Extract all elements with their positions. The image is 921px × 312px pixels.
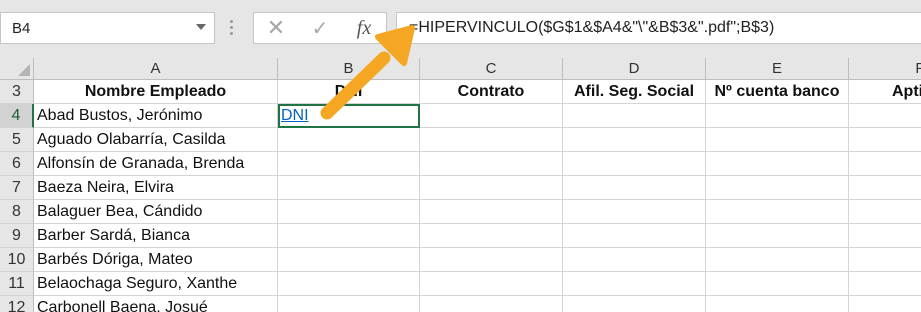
cell-e9[interactable] xyxy=(706,224,849,248)
cell-a12[interactable]: Carbonell Baena, Josué xyxy=(34,296,278,312)
check-icon[interactable]: ✓ xyxy=(298,13,342,43)
cell-b5[interactable] xyxy=(278,128,420,152)
insert-function-button[interactable]: fx xyxy=(342,13,386,43)
cell-a10[interactable]: Barbés Dóriga, Mateo xyxy=(34,248,278,272)
cell-b8[interactable] xyxy=(278,200,420,224)
cell-a6[interactable]: Alfonsín de Granada, Brenda xyxy=(34,152,278,176)
formula-buttons: ✕ ✓ fx xyxy=(253,12,387,44)
close-icon[interactable]: ✕ xyxy=(254,13,298,43)
cell-a11[interactable]: Belaochaga Seguro, Xanthe xyxy=(34,272,278,296)
row-header-6[interactable]: 6 xyxy=(0,152,34,176)
cell-d4[interactable] xyxy=(563,104,706,128)
cell-d8[interactable] xyxy=(563,200,706,224)
cell-b11[interactable] xyxy=(278,272,420,296)
column-header-b[interactable]: B xyxy=(278,58,420,80)
header-cell-afil[interactable]: Afil. Seg. Social xyxy=(563,80,706,104)
name-box[interactable]: B4 xyxy=(0,12,215,44)
cell-d6[interactable] xyxy=(563,152,706,176)
cell-c5[interactable] xyxy=(420,128,563,152)
cell-a5[interactable]: Aguado Olabarría, Casilda xyxy=(34,128,278,152)
cell-a7[interactable]: Baeza Neira, Elvira xyxy=(34,176,278,200)
cell-d9[interactable] xyxy=(563,224,706,248)
cell-f6[interactable] xyxy=(849,152,921,176)
cell-d12[interactable] xyxy=(563,296,706,312)
cell-e11[interactable] xyxy=(706,272,849,296)
formula-input[interactable]: =HIPERVINCULO($G$1&$A4&"\"&B$3&".pdf";B$… xyxy=(396,12,921,44)
row-header-3[interactable]: 3 xyxy=(0,80,34,104)
cell-e5[interactable] xyxy=(706,128,849,152)
header-cell-dni[interactable]: DNI xyxy=(278,80,420,104)
cell-f11[interactable] xyxy=(849,272,921,296)
formula-bar-area: B4 ✕ ✓ fx =HIPERVINCULO($G$1&$A4&"\"&B$3… xyxy=(0,0,921,58)
header-cell-aptitud[interactable]: Aptitud xyxy=(849,80,921,104)
cell-c6[interactable] xyxy=(420,152,563,176)
column-header-a[interactable]: A xyxy=(34,58,278,80)
cell-a8[interactable]: Balaguer Bea, Cándido xyxy=(34,200,278,224)
cell-b10[interactable] xyxy=(278,248,420,272)
cell-d7[interactable] xyxy=(563,176,706,200)
cell-d11[interactable] xyxy=(563,272,706,296)
cell-d10[interactable] xyxy=(563,248,706,272)
spreadsheet-grid: A B C D E F 3 Nombre Empleado DNI Contra… xyxy=(0,58,921,312)
cell-c8[interactable] xyxy=(420,200,563,224)
name-box-value: B4 xyxy=(12,20,31,37)
column-header-f[interactable]: F xyxy=(849,58,921,80)
cell-d5[interactable] xyxy=(563,128,706,152)
row-header-4[interactable]: 4 xyxy=(0,104,34,128)
cell-e4[interactable] xyxy=(706,104,849,128)
cell-b9[interactable] xyxy=(278,224,420,248)
cell-e7[interactable] xyxy=(706,176,849,200)
header-cell-cuenta[interactable]: Nº cuenta banco xyxy=(706,80,849,104)
cell-b6[interactable] xyxy=(278,152,420,176)
cell-e6[interactable] xyxy=(706,152,849,176)
row-header-8[interactable]: 8 xyxy=(0,200,34,224)
row-header-11[interactable]: 11 xyxy=(0,272,34,296)
cell-e8[interactable] xyxy=(706,200,849,224)
chevron-down-icon[interactable] xyxy=(196,24,206,30)
cell-c7[interactable] xyxy=(420,176,563,200)
cell-f9[interactable] xyxy=(849,224,921,248)
header-cell-nombre[interactable]: Nombre Empleado xyxy=(34,80,278,104)
header-cell-contrato[interactable]: Contrato xyxy=(420,80,563,104)
column-header-e[interactable]: E xyxy=(706,58,849,80)
cell-f8[interactable] xyxy=(849,200,921,224)
cell-f12[interactable] xyxy=(849,296,921,312)
row-header-12[interactable]: 12 xyxy=(0,296,34,312)
cell-c4[interactable] xyxy=(420,104,563,128)
select-all-button[interactable] xyxy=(0,58,34,80)
cell-f5[interactable] xyxy=(849,128,921,152)
cell-e12[interactable] xyxy=(706,296,849,312)
cell-f10[interactable] xyxy=(849,248,921,272)
cell-a9[interactable]: Barber Sardá, Bianca xyxy=(34,224,278,248)
cell-c11[interactable] xyxy=(420,272,563,296)
row-header-10[interactable]: 10 xyxy=(0,248,34,272)
cell-b7[interactable] xyxy=(278,176,420,200)
cell-c12[interactable] xyxy=(420,296,563,312)
formula-text: =HIPERVINCULO($G$1&$A4&"\"&B$3&".pdf";B$… xyxy=(409,19,775,36)
column-header-c[interactable]: C xyxy=(420,58,563,80)
cell-b12[interactable] xyxy=(278,296,420,312)
drag-handle-icon[interactable] xyxy=(230,17,234,39)
cell-e10[interactable] xyxy=(706,248,849,272)
row-header-9[interactable]: 9 xyxy=(0,224,34,248)
cell-c9[interactable] xyxy=(420,224,563,248)
row-header-5[interactable]: 5 xyxy=(0,128,34,152)
column-header-d[interactable]: D xyxy=(563,58,706,80)
cell-f4[interactable] xyxy=(849,104,921,128)
cell-c10[interactable] xyxy=(420,248,563,272)
cell-f7[interactable] xyxy=(849,176,921,200)
cell-a4[interactable]: Abad Bustos, Jerónimo xyxy=(34,104,278,128)
row-header-7[interactable]: 7 xyxy=(0,176,34,200)
cell-b4-hyperlink[interactable]: DNI xyxy=(278,104,420,128)
